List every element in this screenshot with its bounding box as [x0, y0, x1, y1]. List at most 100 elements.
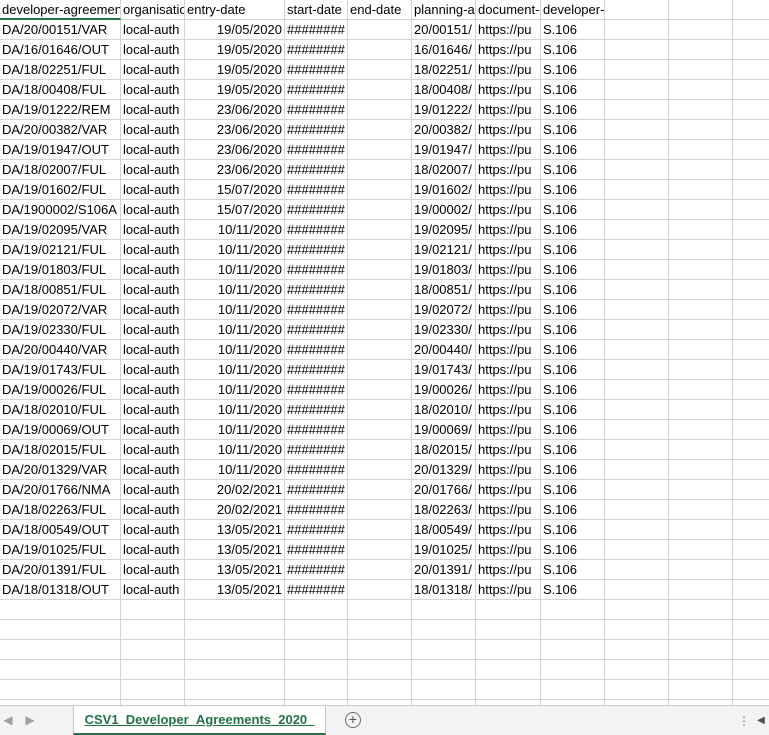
cell-start-date[interactable]: ########: [285, 440, 348, 460]
cell-start-date[interactable]: ########: [285, 260, 348, 280]
cell-document-url[interactable]: [476, 660, 541, 680]
cell-planning-application[interactable]: 19/01947/: [412, 140, 476, 160]
cell-empty[interactable]: [669, 20, 733, 40]
cell-empty[interactable]: [733, 360, 769, 380]
cell-organisation[interactable]: local-auth: [121, 300, 185, 320]
cell-classification[interactable]: S.106: [541, 520, 605, 540]
cell-entry-date[interactable]: 15/07/2020: [185, 180, 285, 200]
cell-empty[interactable]: [605, 660, 669, 680]
cell-developer-agreement[interactable]: DA/18/02007/FUL: [0, 160, 121, 180]
header-cell-empty[interactable]: [605, 0, 669, 20]
header-cell-developer-agreement[interactable]: developer-agreement: [0, 0, 121, 20]
cell-end-date[interactable]: [348, 500, 412, 520]
cell-planning-application[interactable]: [412, 620, 476, 640]
cell-document-url[interactable]: https://pu: [476, 100, 541, 120]
cell-classification[interactable]: S.106: [541, 60, 605, 80]
cell-classification[interactable]: S.106: [541, 300, 605, 320]
cell-classification[interactable]: S.106: [541, 280, 605, 300]
cell-start-date[interactable]: [285, 620, 348, 640]
cell-organisation[interactable]: local-auth: [121, 480, 185, 500]
cell-entry-date[interactable]: 15/07/2020: [185, 200, 285, 220]
cell-start-date[interactable]: ########: [285, 360, 348, 380]
cell-organisation[interactable]: local-auth: [121, 260, 185, 280]
cell-organisation[interactable]: local-auth: [121, 380, 185, 400]
cell-developer-agreement[interactable]: DA/19/00026/FUL: [0, 380, 121, 400]
cell-empty[interactable]: [733, 660, 769, 680]
cell-start-date[interactable]: ########: [285, 420, 348, 440]
cell-empty[interactable]: [669, 100, 733, 120]
cell-classification[interactable]: S.106: [541, 140, 605, 160]
cell-empty[interactable]: [605, 240, 669, 260]
cell-empty[interactable]: [605, 260, 669, 280]
cell-start-date[interactable]: ########: [285, 200, 348, 220]
cell-empty[interactable]: [669, 660, 733, 680]
cell-end-date[interactable]: [348, 160, 412, 180]
cell-classification[interactable]: [541, 620, 605, 640]
cell-empty[interactable]: [669, 80, 733, 100]
cell-developer-agreement[interactable]: DA/19/01222/REM: [0, 100, 121, 120]
cell-end-date[interactable]: [348, 340, 412, 360]
cell-classification[interactable]: S.106: [541, 100, 605, 120]
cell-organisation[interactable]: [121, 600, 185, 620]
cell-empty[interactable]: [669, 620, 733, 640]
cell-classification[interactable]: S.106: [541, 120, 605, 140]
cell-start-date[interactable]: ########: [285, 480, 348, 500]
cell-developer-agreement[interactable]: DA/20/00440/VAR: [0, 340, 121, 360]
cell-developer-agreement[interactable]: DA/18/02263/FUL: [0, 500, 121, 520]
cell-planning-application[interactable]: 19/01025/: [412, 540, 476, 560]
cell-entry-date[interactable]: 10/11/2020: [185, 460, 285, 480]
cell-developer-agreement[interactable]: [0, 600, 121, 620]
cell-classification[interactable]: [541, 600, 605, 620]
cell-entry-date[interactable]: 23/06/2020: [185, 140, 285, 160]
cell-empty[interactable]: [605, 440, 669, 460]
header-cell-entry-date[interactable]: entry-date: [185, 0, 285, 20]
cell-developer-agreement[interactable]: DA/18/02251/FUL: [0, 60, 121, 80]
cell-document-url[interactable]: https://pu: [476, 260, 541, 280]
cell-developer-agreement[interactable]: DA/18/01318/OUT: [0, 580, 121, 600]
cell-organisation[interactable]: [121, 660, 185, 680]
cell-developer-agreement[interactable]: DA/18/00851/FUL: [0, 280, 121, 300]
cell-empty[interactable]: [733, 140, 769, 160]
header-cell-document-url[interactable]: document-url: [476, 0, 541, 20]
cell-classification[interactable]: S.106: [541, 420, 605, 440]
cell-empty[interactable]: [669, 260, 733, 280]
cell-developer-agreement[interactable]: DA/1900002/S106A: [0, 200, 121, 220]
cell-organisation[interactable]: local-auth: [121, 140, 185, 160]
cell-start-date[interactable]: ########: [285, 20, 348, 40]
cell-organisation[interactable]: local-auth: [121, 240, 185, 260]
cell-developer-agreement[interactable]: DA/18/02015/FUL: [0, 440, 121, 460]
cell-organisation[interactable]: [121, 620, 185, 640]
cell-organisation[interactable]: local-auth: [121, 180, 185, 200]
cell-document-url[interactable]: https://pu: [476, 440, 541, 460]
cell-start-date[interactable]: ########: [285, 120, 348, 140]
cell-entry-date[interactable]: 20/02/2021: [185, 480, 285, 500]
cell-organisation[interactable]: local-auth: [121, 120, 185, 140]
cell-end-date[interactable]: [348, 240, 412, 260]
cell-empty[interactable]: [733, 400, 769, 420]
cell-end-date[interactable]: [348, 220, 412, 240]
cell-empty[interactable]: [605, 400, 669, 420]
cell-document-url[interactable]: [476, 620, 541, 640]
header-cell-empty[interactable]: [733, 0, 769, 20]
cell-planning-application[interactable]: 18/02251/: [412, 60, 476, 80]
cell-empty[interactable]: [605, 280, 669, 300]
cell-empty[interactable]: [733, 240, 769, 260]
chevron-right-icon[interactable]: ▶: [22, 712, 38, 728]
cell-developer-agreement[interactable]: DA/20/00382/VAR: [0, 120, 121, 140]
cell-empty[interactable]: [605, 640, 669, 660]
cell-end-date[interactable]: [348, 300, 412, 320]
cell-document-url[interactable]: https://pu: [476, 200, 541, 220]
cell-classification[interactable]: [541, 680, 605, 700]
cell-organisation[interactable]: [121, 680, 185, 700]
cell-start-date[interactable]: ########: [285, 300, 348, 320]
cell-planning-application[interactable]: 18/02263/: [412, 500, 476, 520]
cell-start-date[interactable]: ########: [285, 540, 348, 560]
cell-document-url[interactable]: [476, 600, 541, 620]
cell-planning-application[interactable]: 18/00851/: [412, 280, 476, 300]
cell-empty[interactable]: [669, 480, 733, 500]
cell-entry-date[interactable]: 19/05/2020: [185, 60, 285, 80]
cell-organisation[interactable]: local-auth: [121, 60, 185, 80]
cell-classification[interactable]: S.106: [541, 240, 605, 260]
cell-end-date[interactable]: [348, 280, 412, 300]
cell-organisation[interactable]: local-auth: [121, 40, 185, 60]
